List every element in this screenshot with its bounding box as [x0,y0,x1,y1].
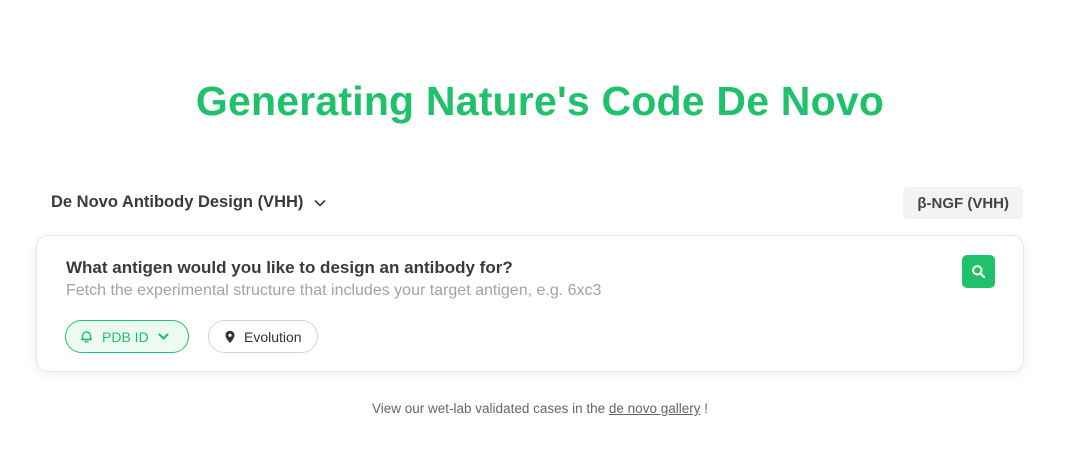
card-question: What antigen would you like to design an… [66,258,513,277]
antigen-input-placeholder[interactable]: Fetch the experimental structure that in… [66,282,601,300]
page: Generating Nature's Code De Novo De Novo… [0,0,1080,466]
example-chip[interactable]: β-NGF (VHH) [903,187,1023,219]
page-title: Generating Nature's Code De Novo [195,78,885,124]
footer-suffix: ! [704,401,708,416]
antigen-input-card[interactable]: What antigen would you like to design an… [36,235,1024,372]
location-pin-icon [225,330,235,343]
bell-icon [80,331,93,343]
chevron-down-icon [158,333,169,340]
design-mode-select[interactable]: De Novo Antibody Design (VHH) [51,193,327,212]
design-mode-label: De Novo Antibody Design (VHH) [51,193,304,211]
evolution-pill[interactable]: Evolution [208,320,318,353]
gallery-link[interactable]: de novo gallery [609,401,701,416]
evolution-label: Evolution [244,328,302,345]
search-icon [972,265,986,279]
pdb-id-label: PDB ID [102,328,149,345]
pdb-id-pill[interactable]: PDB ID [65,320,189,353]
chevron-down-icon [314,199,326,206]
example-chip-label: β-NGF (VHH) [917,194,1009,212]
footer-prefix: View our wet-lab validated cases in the [372,401,606,416]
search-button[interactable] [962,255,995,288]
footer-note: View our wet-lab validated cases in the … [0,401,1080,416]
